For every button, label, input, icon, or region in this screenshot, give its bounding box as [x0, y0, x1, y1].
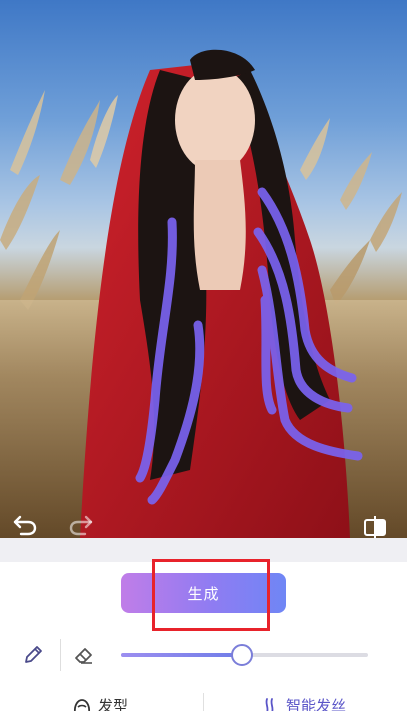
tab-smart-hair[interactable]: 智能发丝	[262, 695, 346, 711]
tab-smart-hair-label: 智能发丝	[286, 697, 347, 711]
eraser-icon	[75, 648, 92, 664]
brush-tool-row	[0, 635, 407, 675]
slider-thumb[interactable]	[231, 644, 254, 666]
panel-header-strip	[0, 538, 407, 562]
tab-divider	[203, 693, 204, 711]
photo-canvas[interactable]	[0, 0, 407, 538]
pen-icon	[25, 646, 42, 663]
tab-hairstyle[interactable]: 发型	[72, 695, 128, 711]
undo-icon	[13, 515, 37, 536]
slider-fill	[121, 653, 243, 657]
generate-button[interactable]: 生成	[121, 573, 286, 613]
tool-divider	[60, 639, 61, 671]
redo-button[interactable]	[68, 514, 98, 538]
pen-tool-button[interactable]	[19, 641, 47, 669]
smart-hair-icon	[265, 697, 274, 711]
hairstyle-icon	[73, 698, 91, 711]
photo-illustration	[0, 49, 407, 538]
mode-tabs: 发型 智能发丝	[0, 691, 407, 711]
redo-icon	[69, 515, 93, 536]
compare-button[interactable]	[362, 514, 392, 538]
eraser-tool-button[interactable]	[70, 641, 98, 669]
reeds-left	[0, 90, 118, 310]
tab-hairstyle-label: 发型	[98, 697, 129, 711]
undo-button[interactable]	[12, 514, 42, 538]
edit-panel: 生成 发型 智能发丝	[0, 538, 407, 711]
compare-icon	[364, 516, 386, 538]
